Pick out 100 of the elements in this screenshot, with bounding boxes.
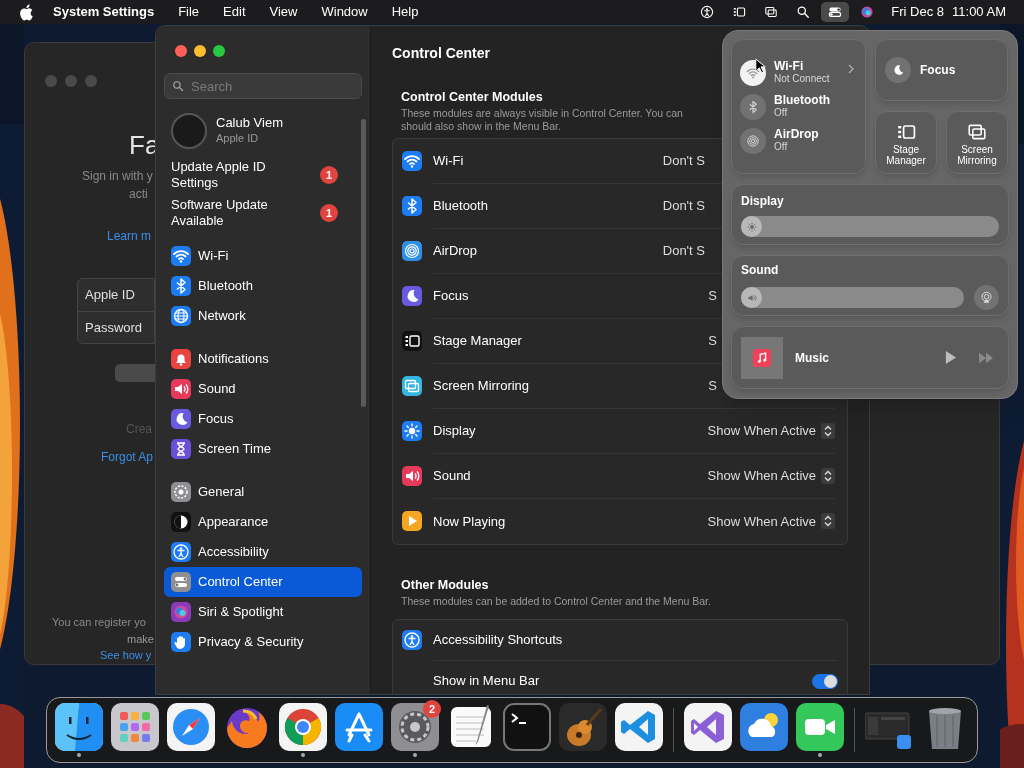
app-grid-icon xyxy=(111,703,159,751)
sidebar-item[interactable]: Sound xyxy=(164,374,362,404)
connectivity-toggle[interactable]: AirDrop Off xyxy=(740,127,857,154)
browser-wheel-icon xyxy=(279,703,327,751)
show-popup-button[interactable]: Don't S xyxy=(662,151,705,171)
airplay-icon xyxy=(979,290,994,305)
forgot-link[interactable]: Forgot Ap xyxy=(101,448,156,466)
show-popup-button[interactable]: S xyxy=(708,286,717,306)
module-label: Bluetooth xyxy=(433,197,488,215)
profile-name[interactable]: Calub Viem xyxy=(216,115,283,131)
guitar-icon xyxy=(559,703,607,751)
search-field[interactable]: Search xyxy=(164,73,362,99)
dock-item[interactable]: 2 xyxy=(391,700,439,760)
slider-label: Sound xyxy=(741,262,780,279)
toggle-status: Off xyxy=(774,107,789,119)
sidebar-item[interactable]: Siri & Spotlight xyxy=(164,597,362,627)
control-tile[interactable]: Stage Manager xyxy=(875,111,937,174)
app-name-menu[interactable]: System Settings xyxy=(53,2,155,22)
sidebar-item[interactable]: Notifications xyxy=(164,344,362,374)
menu-item[interactable]: File xyxy=(178,2,200,22)
module-label: Sound xyxy=(433,467,471,485)
menu-bar-date[interactable]: Fri Dec 8 xyxy=(891,2,945,22)
slider[interactable] xyxy=(741,287,964,308)
stepper-icon xyxy=(821,513,835,530)
tile-label: Stage Manager xyxy=(885,143,927,166)
menu-item[interactable]: Help xyxy=(391,2,419,22)
module-label: Now Playing xyxy=(433,512,506,531)
menu-item[interactable]: View xyxy=(269,2,298,22)
show-popup-button[interactable]: Don't S xyxy=(662,196,705,216)
scrollbar[interactable] xyxy=(361,119,366,407)
stepper-icon xyxy=(821,422,835,439)
input-field[interactable]: Apple ID xyxy=(78,279,154,311)
search-icon xyxy=(795,4,812,20)
notice-link[interactable]: Software Update Available xyxy=(171,197,291,229)
brightness-icon xyxy=(746,220,758,233)
tile-label: Screen Mirroring xyxy=(956,143,998,166)
search-icon xyxy=(171,79,185,93)
menu-bar-clock[interactable]: 11:00 AM xyxy=(952,2,1006,22)
module-label: Screen Mirroring xyxy=(433,377,530,395)
notice-badge: 1 xyxy=(320,166,338,184)
menu-item[interactable]: Window xyxy=(321,2,368,22)
profile-subtitle: Apple ID xyxy=(216,131,260,147)
notice-link[interactable]: Update Apple ID Settings xyxy=(171,159,291,191)
module-label: Wi-Fi xyxy=(433,152,464,170)
learn-more-link[interactable]: Learn m xyxy=(107,227,156,245)
sidebar-item[interactable]: Screen Time xyxy=(164,434,362,464)
cursor-icon xyxy=(755,57,767,75)
show-popup-button[interactable]: S xyxy=(708,331,717,351)
airplay-button[interactable] xyxy=(974,285,999,310)
section-description: These modules are always visible in Control Center. You can xyxy=(401,106,683,120)
show-popup-button[interactable]: Show When Active xyxy=(707,511,835,531)
tile-label: Focus xyxy=(920,62,956,79)
show-popup-button[interactable]: Don't S xyxy=(662,241,705,261)
input-field[interactable]: Password xyxy=(78,311,154,343)
apple-logo-icon xyxy=(18,3,33,21)
sidebar-item[interactable]: Bluetooth xyxy=(164,271,362,301)
cloud-sun-icon xyxy=(739,703,788,751)
music-note-icon xyxy=(753,348,771,367)
field-label: Apple ID xyxy=(85,286,135,305)
sidebar-item[interactable]: Privacy & Security xyxy=(164,627,362,657)
focus-tile[interactable]: Focus xyxy=(875,39,1008,101)
page-title: Control Center xyxy=(392,44,491,63)
minimize-button[interactable] xyxy=(194,45,206,57)
app-store-icon xyxy=(335,703,383,751)
close-button[interactable] xyxy=(175,45,187,57)
field-label: Password xyxy=(85,318,143,337)
sidebar-item[interactable]: General xyxy=(164,477,362,507)
module-label: Stage Manager xyxy=(433,332,522,350)
see-how-link[interactable]: See how y xyxy=(100,647,156,664)
accessibility-icon xyxy=(699,4,716,20)
slider-label: Display xyxy=(741,193,785,210)
sidebar-item[interactable]: Accessibility xyxy=(164,537,362,567)
module-label: Focus xyxy=(433,287,469,305)
footer-text: You can register yo xyxy=(52,615,147,630)
control-tile[interactable]: Screen Mirroring xyxy=(946,111,1008,174)
toggle-status: Off xyxy=(774,141,789,153)
sidebar-item[interactable]: Control Center xyxy=(164,567,362,597)
status-menu-button[interactable] xyxy=(821,2,850,22)
sidebar-item[interactable]: Network xyxy=(164,301,362,331)
sidebar-item[interactable]: Appearance xyxy=(164,507,362,537)
code-ribbon-icon xyxy=(615,703,663,751)
dialog-subtitle: acti xyxy=(129,186,149,203)
toggle-label: Wi-Fi xyxy=(774,60,805,73)
toggle-status: Not Connect xyxy=(774,73,830,85)
now-playing-app: Music xyxy=(795,349,830,367)
slider[interactable] xyxy=(741,216,999,237)
toggle-switch[interactable] xyxy=(812,673,838,689)
show-popup-button[interactable]: S xyxy=(708,376,717,396)
menu-item[interactable]: Edit xyxy=(223,2,246,22)
show-popup-button[interactable]: Show When Active xyxy=(707,421,835,441)
compass-icon xyxy=(167,703,215,751)
section-description: These modules can be added to Control Center and the Menu Bar. xyxy=(400,594,712,608)
section-title: Other Modules xyxy=(400,576,490,594)
zoom-button[interactable] xyxy=(213,45,225,57)
show-popup-button[interactable]: Show When Active xyxy=(707,466,835,486)
connectivity-toggle[interactable]: Bluetooth Off xyxy=(740,93,857,120)
section-title: Control Center Modules xyxy=(401,89,543,106)
sidebar-item[interactable]: Focus xyxy=(164,404,362,434)
sidebar-item[interactable]: Wi-Fi xyxy=(164,241,362,271)
screen-mirroring-icon xyxy=(763,4,780,20)
